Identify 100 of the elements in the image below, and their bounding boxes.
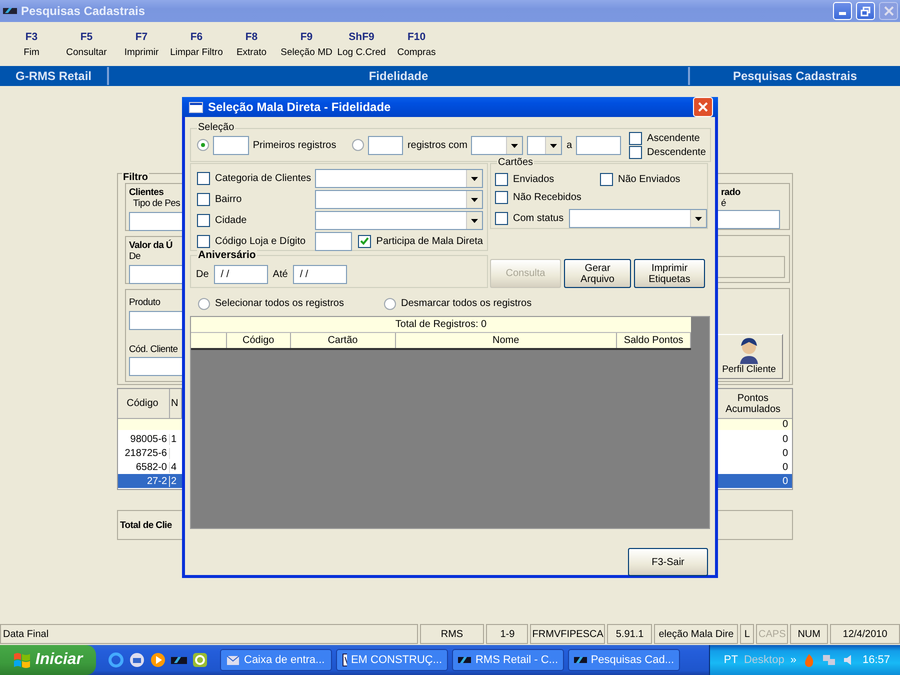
field-label: De [196,269,209,280]
checkbox-label: Ascendente [647,132,700,144]
function-key-button[interactable]: F10 Compras [389,30,444,58]
radio-button[interactable] [198,298,210,310]
input-field[interactable] [129,311,183,330]
checkbox-label: Bairro [215,194,242,204]
dropdown[interactable] [527,136,562,154]
checkbox[interactable] [197,214,210,226]
radio-button[interactable] [352,139,364,151]
module-name: Fidelidade [368,69,430,83]
date-field[interactable]: / / [292,265,347,284]
table-row[interactable]: 218725-6 0 [118,446,792,460]
column-header[interactable]: Saldo Pontos [617,333,691,348]
status-cell: 1-9 [486,624,528,644]
app-logo-icon [3,6,17,16]
checkbox-label: Não Enviados [618,174,680,184]
person-icon [738,338,760,364]
checkbox-label: Não Recebidos [513,192,582,202]
media-player-icon[interactable] [150,652,166,668]
group-title: rado [720,187,742,198]
radio-button[interactable] [384,298,396,310]
input-field[interactable] [576,136,622,154]
function-key-button[interactable]: F6 Limpar Filtro [169,30,224,58]
checkbox[interactable] [197,172,210,184]
table-cell: 0 [782,419,788,430]
table-cell-text: 0 [781,462,789,472]
function-key-button[interactable]: F9 Seleção MD [279,30,334,58]
taskbar-button[interactable]: Pesquisas Cad... [568,649,680,671]
restore-button[interactable] [856,2,875,20]
checkbox-label: Cidade [215,214,247,226]
total-label: Total de Clie [120,520,172,530]
restore-icon[interactable] [860,6,871,16]
table-cell-text: 4 [170,462,178,472]
column-header[interactable]: Nome [396,333,618,348]
checkbox[interactable] [197,234,210,248]
group-title: Seleção [197,122,236,133]
field-label: Até [272,269,288,280]
status-cell: RMS [420,624,484,644]
group-title: Filtro [122,172,149,183]
checkbox-label: Categoria de Clientes [215,172,312,184]
radio-button[interactable] [197,139,209,151]
app-name: G-RMS Retail [0,67,109,85]
input-field[interactable] [129,357,183,376]
table-row[interactable]: 98005-6 1 0 [118,432,792,446]
checkbox[interactable] [629,146,642,158]
column-header[interactable]: Código [226,333,291,348]
action-button[interactable]: Gerar Arquivo [564,259,631,288]
minimize-button[interactable] [833,2,852,20]
mail-icon[interactable] [129,652,145,668]
input-field[interactable] [315,232,352,250]
range-label: a [566,140,572,150]
input-field[interactable] [129,212,183,231]
table-cell: 27-2 [118,476,170,486]
group-title: Clientes [129,187,165,198]
field-label: Tipo de Pes [132,198,182,209]
checkbox[interactable] [495,172,508,186]
field-label: Cód. Cliente [129,344,179,355]
table-cell: 98005-6 [118,434,170,444]
checkbox[interactable] [197,192,210,206]
action-button[interactable]: Imprimir Etiquetas [634,259,705,288]
taskbar-button[interactable]: EM CONSTRUÇ... [336,649,448,671]
taskbar-button[interactable]: Caixa de entra... [220,649,332,671]
group-title: Cartões [497,157,534,168]
status-cell: 12/4/2010 [830,624,900,644]
function-key-button[interactable]: F8 Extrato [224,30,279,58]
status-cell: CAPS [756,624,788,644]
checkbox[interactable] [629,132,642,144]
radio-label: Selecionar todos os registros [215,298,344,309]
input-field[interactable] [213,136,249,154]
grid-title: Total de Registros: 0 [191,317,691,333]
status-cell: FRMVFIPESCA [530,624,606,644]
table-cell-text: 1 [170,434,178,444]
profile-button[interactable]: Perfil Cliente [715,334,783,380]
window-title: Pesquisas Cadastrais [21,4,146,18]
checkbox[interactable] [600,172,613,186]
checkbox[interactable] [358,234,372,248]
function-key-button[interactable]: F3 Fim [4,30,59,58]
input-field[interactable] [129,265,183,284]
checkbox[interactable] [495,190,508,204]
function-key-button[interactable]: F7 Imprimir [114,30,169,58]
checkbox[interactable] [495,212,508,224]
table-cell: 218725-6 [118,448,170,458]
table-cell-text: 0 [781,434,789,444]
input-field[interactable] [368,136,404,154]
column-header[interactable]: Código [118,389,170,418]
taskbar-button[interactable]: RMS Retail - C... [452,649,564,671]
table-cell-text: 0 [781,448,789,458]
column-header[interactable]: Cartão [290,333,396,348]
function-key-button[interactable]: F5 Consultar [59,30,114,58]
table-row[interactable]: 6582-0 4 0 [118,460,792,474]
browser-icon[interactable] [108,652,124,668]
field-label: Produto [129,297,162,308]
exit-button[interactable]: F3-Sair [628,548,708,576]
input-field[interactable] [715,210,780,229]
checkbox-label: Enviados [513,174,554,184]
radio-label: Desmarcar todos os registros [400,298,532,309]
input-field[interactable] [715,256,785,278]
function-key-button[interactable]: ShF9 Log C.Cred [334,30,389,58]
date-field[interactable]: / / [214,265,268,284]
checkbox-label: Descendente [647,146,706,158]
